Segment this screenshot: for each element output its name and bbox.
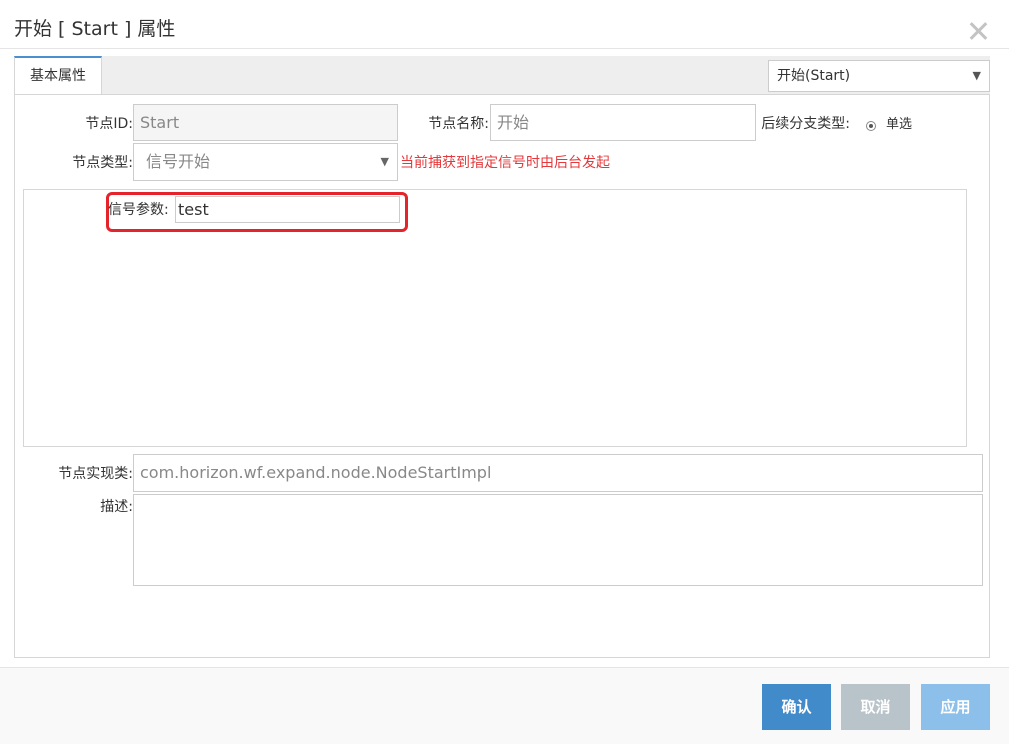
branch-type-label: 后续分支类型: (761, 116, 850, 132)
node-type-select[interactable]: 信号开始 ▼ (133, 143, 398, 181)
node-type-value: 信号开始 (146, 152, 211, 171)
cancel-button[interactable]: 取消 (841, 684, 910, 730)
signal-param-input[interactable]: test (175, 196, 400, 223)
node-name-field[interactable]: 开始 (490, 104, 756, 141)
dialog-footer: 确认 取消 应用 (0, 667, 1009, 744)
description-textarea[interactable] (133, 494, 983, 586)
signal-config-panel: 信号参数: test (23, 189, 967, 447)
node-type-hint: 当前捕获到指定信号时由后台发起 (400, 155, 610, 171)
impl-class-label: 节点实现类: (58, 466, 133, 482)
properties-panel: 基本属性 开始(Start) ▼ 节点ID: Start 节点名称: 开始 后续… (14, 56, 990, 658)
description-label: 描述: (100, 499, 133, 515)
confirm-button[interactable]: 确认 (762, 684, 831, 730)
node-id-field[interactable]: Start (133, 104, 398, 141)
signal-param-label: 信号参数: (108, 202, 169, 218)
impl-class-field[interactable]: com.horizon.wf.expand.node.NodeStartImpl (133, 454, 983, 492)
tab-strip: 基本属性 开始(Start) ▼ (14, 56, 990, 94)
node-name-label: 节点名称: (428, 116, 489, 132)
branch-type-radio-single[interactable] (866, 121, 876, 131)
node-selector[interactable]: 开始(Start) ▼ (768, 60, 990, 92)
node-id-label: 节点ID: (85, 116, 133, 132)
node-selector-value: 开始(Start) (777, 68, 851, 84)
apply-button[interactable]: 应用 (921, 684, 990, 730)
dialog-title: 开始 [ Start ] 属性 (14, 18, 176, 40)
branch-type-option-label: 单选 (886, 117, 913, 132)
close-icon[interactable] (967, 20, 989, 42)
chevron-down-icon: ▼ (972, 69, 981, 82)
chevron-down-icon: ▼ (380, 155, 389, 168)
tab-basic-properties[interactable]: 基本属性 (14, 56, 102, 94)
node-type-label: 节点类型: (72, 155, 133, 171)
tab-content: 节点ID: Start 节点名称: 开始 后续分支类型: 单选 节点类型: 信号… (14, 94, 990, 658)
dialog-titlebar: 开始 [ Start ] 属性 (0, 0, 1009, 49)
